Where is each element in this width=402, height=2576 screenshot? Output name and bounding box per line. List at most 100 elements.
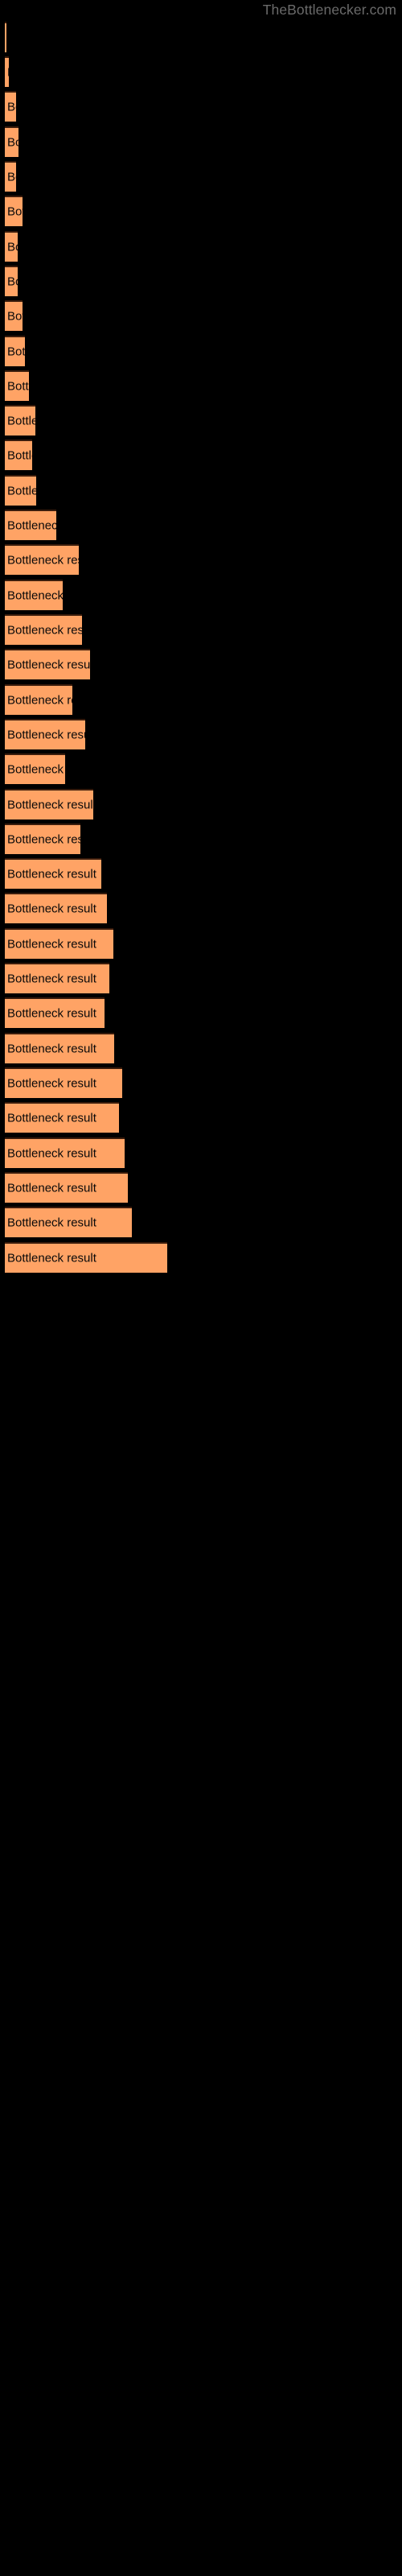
bar[interactable]: Bottleneck result [5, 1067, 122, 1098]
bar-label: Bottleneck result [7, 1181, 96, 1195]
bar[interactable]: Bottleneck result [5, 753, 65, 784]
bar-label: Bottleneck result [7, 309, 23, 324]
bar-row: Bottleneck result [0, 789, 402, 819]
bar-row: Bottleneck result [0, 1137, 402, 1168]
bar-row: Bottleneck result [0, 753, 402, 784]
bar[interactable]: Bottleneck result [5, 580, 63, 610]
bar[interactable]: Bottleneck result [5, 1033, 114, 1063]
bar-row: Bottleneck result [0, 370, 402, 401]
bar[interactable]: Bottleneck result [5, 56, 9, 87]
bar[interactable]: Bottleneck result [5, 1207, 132, 1237]
bar-label: Bottleneck result [7, 972, 96, 986]
bar-row: Bottleneck result [0, 684, 402, 715]
bar-row: Bottleneck result [0, 231, 402, 262]
bar-row: Bottleneck result [0, 544, 402, 575]
bar[interactable]: Bottleneck result [5, 1102, 119, 1133]
bar-label: Bottleneck result [7, 484, 36, 498]
bar-label: Bottleneck result [7, 693, 72, 708]
bar-row: Bottleneck result [0, 963, 402, 993]
bar-label: Bottleneck result [7, 100, 16, 114]
bar-row: Bottleneck result [0, 1172, 402, 1203]
bar-label: Bottleneck result [7, 588, 63, 603]
bar-row: Bottleneck result [0, 440, 402, 470]
bar[interactable]: Bottleneck result [5, 370, 29, 401]
bar[interactable]: Bottleneck result [5, 196, 23, 226]
bar[interactable]: Bottleneck result [5, 300, 23, 331]
bar-row: Bottleneck result [0, 1242, 402, 1273]
bar[interactable]: Bottleneck result [5, 231, 18, 262]
bar[interactable]: Bottleneck result [5, 266, 18, 296]
bars-layer: Bottleneck result Bottleneck result Bottle… [0, 0, 402, 2576]
bar-label: Bottleneck result [7, 345, 25, 359]
bar[interactable]: Bottleneck result [5, 684, 72, 715]
bar-row: Bottleneck result [0, 300, 402, 331]
bar-row: Bottleneck result [0, 266, 402, 296]
bar[interactable]: Bottleneck result [5, 893, 107, 923]
bar-label: Bottleneck result [7, 1111, 96, 1125]
bar[interactable]: Bottleneck result [5, 440, 32, 470]
bar-label: Bottleneck result [7, 448, 32, 463]
bar[interactable]: Bottleneck result [5, 126, 18, 157]
bar-row: Bottleneck result [0, 580, 402, 610]
bar-row: Bottleneck result [0, 1067, 402, 1098]
bar[interactable]: Bottleneck result [5, 649, 90, 679]
bar-row: Bottleneck result [0, 22, 402, 52]
bar[interactable]: Bottleneck result [5, 963, 109, 993]
bar-label: Bottleneck result [7, 1076, 96, 1091]
bar-label: Bottleneck result [7, 275, 18, 289]
bar[interactable]: Bottleneck result [5, 22, 6, 52]
bar[interactable]: Bottleneck result [5, 1172, 128, 1203]
bar[interactable]: Bottleneck result [5, 997, 105, 1028]
bar-row: Bottleneck result [0, 510, 402, 540]
bar-label: Bottleneck result [7, 1251, 96, 1265]
bar-label: Bottleneck result [7, 728, 85, 742]
bar-label: Bottleneck result [7, 1042, 96, 1056]
bar-row: Bottleneck result [0, 928, 402, 959]
bar[interactable]: Bottleneck result [5, 336, 25, 366]
bar-label: Bottleneck result [7, 798, 93, 812]
bar-label: Bottleneck result [7, 1146, 96, 1161]
bar-row: Bottleneck result [0, 56, 402, 87]
bar[interactable]: Bottleneck result [5, 405, 35, 436]
bar-row: Bottleneck result [0, 475, 402, 506]
bar-label: Bottleneck result [7, 135, 18, 150]
bar-row: Bottleneck result [0, 893, 402, 923]
bar-label: Bottleneck result [7, 204, 23, 219]
bar-row: Bottleneck result [0, 196, 402, 226]
bar[interactable]: Bottleneck result [5, 1242, 167, 1273]
bar[interactable]: Bottleneck result [5, 858, 101, 889]
bar[interactable]: Bottleneck result [5, 475, 36, 506]
bar[interactable]: Bottleneck result [5, 91, 16, 122]
bar-label: Bottleneck result [7, 623, 82, 638]
bar[interactable]: Bottleneck result [5, 614, 82, 645]
bar-label: Bottleneck result [7, 553, 79, 568]
bar[interactable]: Bottleneck result [5, 544, 79, 575]
bar[interactable]: Bottleneck result [5, 161, 16, 192]
bar-row: Bottleneck result [0, 1102, 402, 1133]
bar[interactable]: Bottleneck result [5, 928, 113, 959]
bar-label: Bottleneck result [7, 379, 29, 394]
bar-label: Bottleneck result [7, 518, 56, 533]
bar-label: Bottleneck result [7, 1006, 96, 1021]
bar[interactable]: Bottleneck result [5, 510, 56, 540]
bar-row: Bottleneck result [0, 126, 402, 157]
bar[interactable]: Bottleneck result [5, 719, 85, 749]
bar-row: Bottleneck result [0, 161, 402, 192]
bar[interactable]: Bottleneck result [5, 824, 80, 854]
bar-row: Bottleneck result [0, 336, 402, 366]
bar-label: Bottleneck result [7, 240, 18, 254]
bottleneck-bar-chart: TheBottlenecker.com Bottleneck resultBot… [0, 0, 402, 2576]
bar-label: Bottleneck result [7, 867, 96, 881]
bar-row: Bottleneck result [0, 997, 402, 1028]
bar-label: Bottleneck result [7, 832, 80, 847]
bar-row: Bottleneck result [0, 1207, 402, 1237]
bar-label: Bottleneck result [7, 902, 96, 916]
bar-row: Bottleneck result [0, 858, 402, 889]
bar[interactable]: Bottleneck result [5, 789, 93, 819]
bar-row: Bottleneck result [0, 405, 402, 436]
bar-row: Bottleneck result [0, 649, 402, 679]
bar-row: Bottleneck result [0, 91, 402, 122]
bar[interactable]: Bottleneck result [5, 1137, 125, 1168]
bar-row: Bottleneck result [0, 824, 402, 854]
bar-label: Bottleneck result [7, 762, 65, 777]
